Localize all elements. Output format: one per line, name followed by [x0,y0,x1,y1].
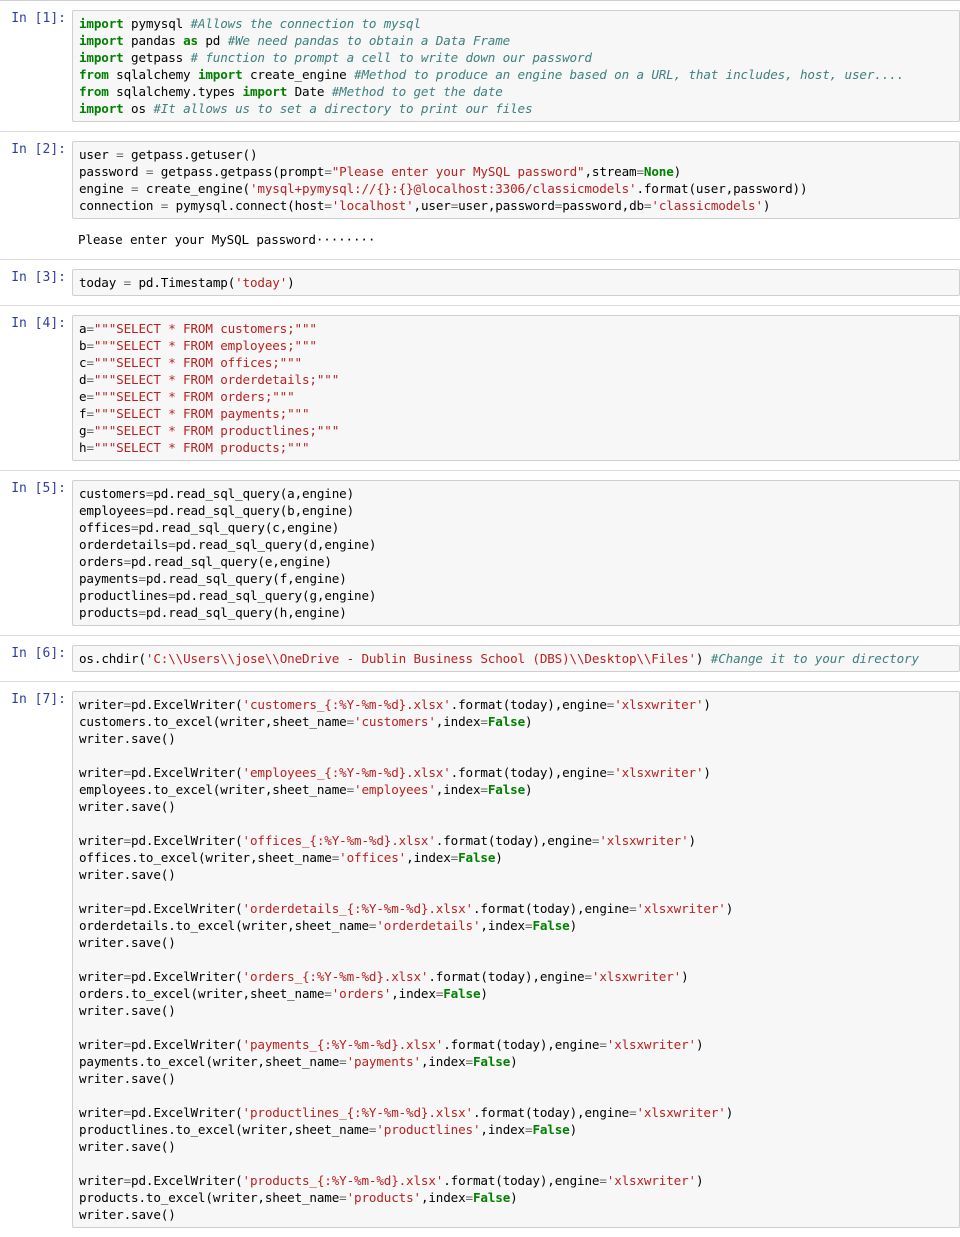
output-text: Please enter your MySQL password········ [78,232,376,247]
code-cell[interactable]: In [1]: import pymysql #Allows the connec… [0,0,960,131]
source-code[interactable]: today = pd.Timestamp('today') [79,274,955,291]
source-code[interactable]: import pymysql #Allows the connection to… [79,15,955,117]
source-code[interactable]: writer=pd.ExcelWriter('customers_{:%Y-%m… [79,696,955,1223]
execution-count-prompt: In [3]: [11,270,66,285]
cell-input-row: In [7]: writer=pd.ExcelWriter('customers_… [0,691,960,1228]
cell-input-row: In [4]: a="""SELECT * FROM customers;""" … [0,315,960,461]
execution-count-prompt: In [6]: [11,646,66,661]
code-editor[interactable]: import pymysql #Allows the connection to… [72,10,960,122]
cell-input-row: In [2]: user = getpass.getuser() password… [0,141,960,219]
cell-output: Please enter your MySQL password········ [72,227,960,250]
code-cell[interactable]: In [7]: writer=pd.ExcelWriter('customers_… [0,681,960,1237]
notebook-container: In [1]: import pymysql #Allows the connec… [0,0,960,1237]
cell-input-row: In [5]: customers=pd.read_sql_query(a,eng… [0,480,960,626]
code-editor[interactable]: customers=pd.read_sql_query(a,engine) em… [72,480,960,626]
code-editor[interactable]: a="""SELECT * FROM customers;""" b="""SE… [72,315,960,461]
cell-input-row: In [6]: os.chdir('C:\\Users\\jose\\OneDri… [0,645,960,672]
execution-count-prompt: In [2]: [11,142,66,157]
execution-count-prompt: In [5]: [11,481,66,496]
execution-count-prompt: In [7]: [11,692,66,707]
source-code[interactable]: os.chdir('C:\\Users\\jose\\OneDrive - Du… [79,650,955,667]
source-code[interactable]: user = getpass.getuser() password = getp… [79,146,955,214]
cell-input-row: In [1]: import pymysql #Allows the connec… [0,10,960,122]
source-code[interactable]: a="""SELECT * FROM customers;""" b="""SE… [79,320,955,456]
code-cell[interactable]: In [6]: os.chdir('C:\\Users\\jose\\OneDri… [0,635,960,681]
code-editor[interactable]: today = pd.Timestamp('today') [72,269,960,296]
code-editor[interactable]: writer=pd.ExcelWriter('customers_{:%Y-%m… [72,691,960,1228]
execution-count-prompt: In [1]: [11,11,66,26]
code-cell[interactable]: In [2]: user = getpass.getuser() password… [0,131,960,259]
code-cell[interactable]: In [4]: a="""SELECT * FROM customers;""" … [0,305,960,470]
source-code[interactable]: customers=pd.read_sql_query(a,engine) em… [79,485,955,621]
code-cell[interactable]: In [5]: customers=pd.read_sql_query(a,eng… [0,470,960,635]
code-editor[interactable]: user = getpass.getuser() password = getp… [72,141,960,219]
cell-output-row: Please enter your MySQL password········ [0,227,960,250]
output-prompt-spacer [0,227,72,244]
execution-count-prompt: In [4]: [11,316,66,331]
cell-input-row: In [3]: today = pd.Timestamp('today') [0,269,960,296]
code-cell[interactable]: In [3]: today = pd.Timestamp('today') [0,259,960,305]
code-editor[interactable]: os.chdir('C:\\Users\\jose\\OneDrive - Du… [72,645,960,672]
